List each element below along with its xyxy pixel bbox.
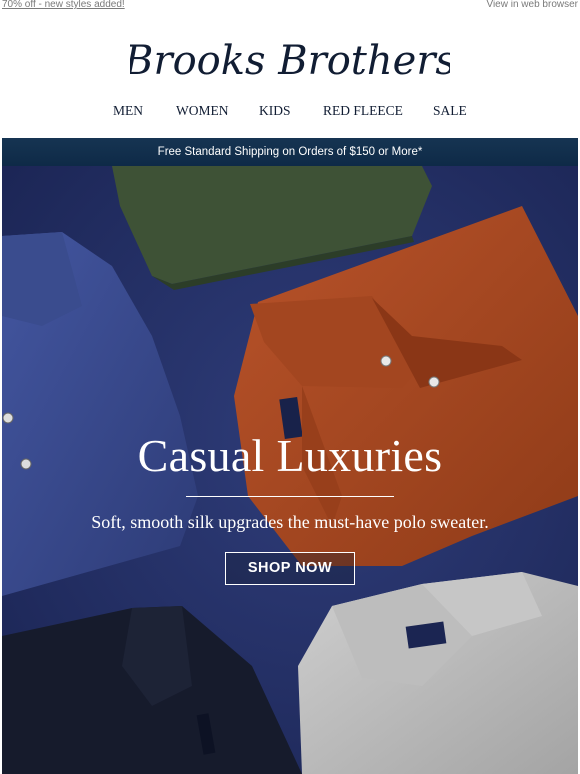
brand-logo-wordmark: Brooks Brothers xyxy=(130,38,450,84)
shipping-banner[interactable]: Free Standard Shipping on Orders of $150… xyxy=(2,138,578,166)
hero-headline: Casual Luxuries xyxy=(137,430,443,481)
hero-subheadline: Soft, smooth silk upgrades the must-have… xyxy=(91,512,489,532)
view-in-browser-link[interactable]: View in web browser xyxy=(486,0,578,10)
nav-item-red-fleece[interactable]: RED FLEECE xyxy=(323,103,403,119)
brand-logo-text: Brooks Brothers xyxy=(130,38,450,84)
brand-logo[interactable]: Brooks Brothers xyxy=(0,34,580,88)
offer-link[interactable]: 70% off - new styles added! xyxy=(2,0,125,10)
preheader: 70% off - new styles added! View in web … xyxy=(0,0,580,14)
shop-now-button[interactable]: SHOP NOW xyxy=(225,552,355,585)
nav-item-men[interactable]: MEN xyxy=(113,103,143,119)
nav-item-women[interactable]: WOMEN xyxy=(176,103,229,119)
nav-item-sale[interactable]: SALE xyxy=(433,103,467,119)
nav-item-kids[interactable]: KIDS xyxy=(259,103,291,119)
main-navigation: MEN WOMEN KIDS RED FLEECE SALE xyxy=(0,103,580,119)
hero-divider xyxy=(186,496,394,497)
